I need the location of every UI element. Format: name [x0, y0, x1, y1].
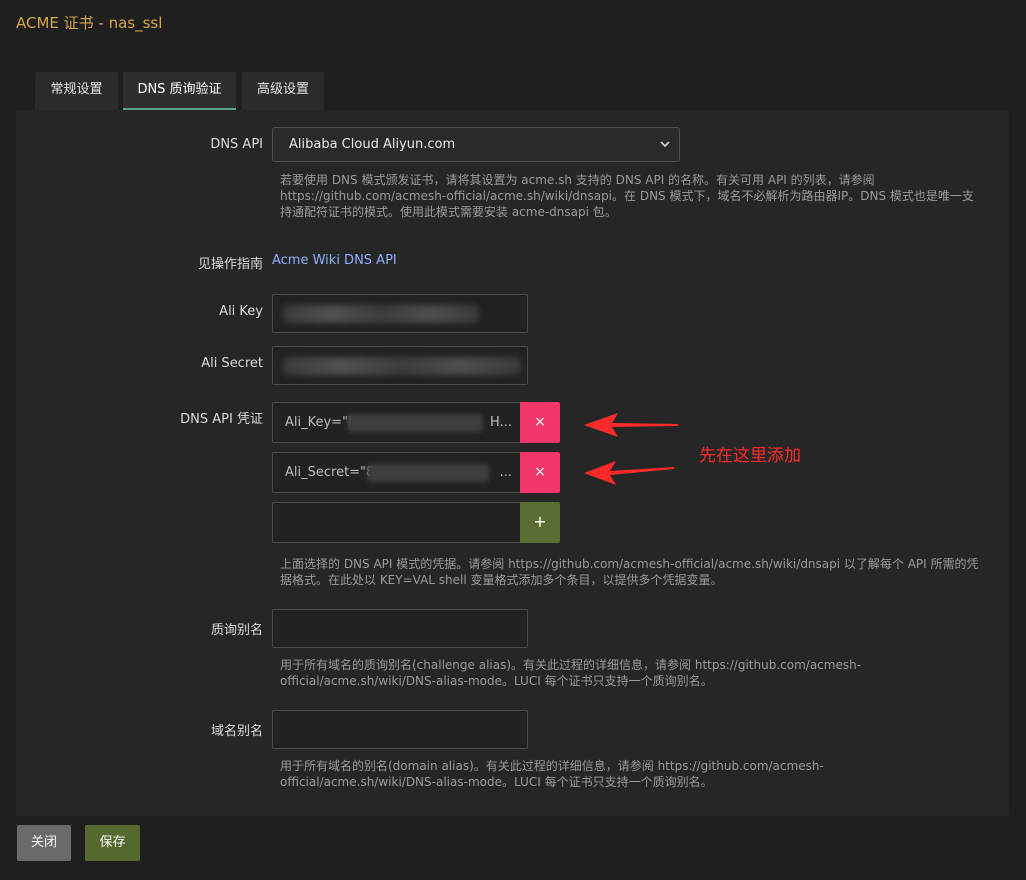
redacted-value [283, 357, 521, 375]
credential-suffix: ... [499, 465, 512, 480]
credential-suffix: H... [490, 415, 512, 430]
new-credential-input[interactable] [272, 502, 520, 543]
domain-alias-help: 用于所有域名的别名(domain alias)。有关此过程的详细信息，请参阅 h… [280, 759, 824, 789]
dialog-title: ACME 证书 - nas_ssl [16, 14, 163, 32]
credentials-label: DNS API 凭证 [180, 412, 263, 427]
arrow-icon [584, 413, 678, 437]
remove-credential-button[interactable]: × [520, 402, 560, 443]
domain-alias-input[interactable] [272, 710, 528, 749]
credential-item-ali-secret[interactable]: Ali_Secret="8 ... [272, 452, 520, 493]
credential-prefix: Ali_Secret="8 [285, 465, 375, 480]
redacted-value [283, 305, 479, 323]
credential-item-ali-key[interactable]: Ali_Key="l H... [272, 402, 520, 443]
tab-general[interactable]: 常规设置 [35, 72, 118, 110]
challenge-alias-input[interactable] [272, 609, 528, 648]
dns-api-selected-value: Alibaba Cloud Aliyun.com [289, 137, 456, 152]
credential-prefix: Ali_Key="l [285, 415, 352, 430]
add-credential-button[interactable]: + [520, 502, 560, 543]
chevron-down-icon [659, 128, 671, 174]
redacted-value [367, 464, 489, 482]
tab-advanced[interactable]: 高级设置 [242, 72, 324, 110]
dns-api-select[interactable]: Alibaba Cloud Aliyun.com [272, 127, 680, 162]
close-button[interactable]: 关闭 [17, 825, 71, 861]
credentials-help: 上面选择的 DNS API 模式的凭据。请参阅 https://github.c… [280, 557, 979, 587]
dns-api-help: 若要使用 DNS 模式颁发证书，请将其设置为 acme.sh 支持的 DNS A… [280, 173, 974, 219]
arrow-icon [584, 461, 674, 485]
dns-api-label: DNS API [210, 137, 263, 152]
guide-label: 见操作指南 [197, 257, 263, 272]
save-button[interactable]: 保存 [85, 825, 140, 861]
acme-dialog: ACME 证书 - nas_ssl 常规设置 DNS 质询验证 高级设置 DNS… [0, 0, 1026, 880]
challenge-alias-label: 质询别名 [210, 623, 263, 638]
domain-alias-label: 域名别名 [210, 724, 263, 739]
ali-secret-label: Ali Secret [201, 356, 263, 371]
remove-credential-button[interactable]: × [520, 452, 560, 493]
ali-key-label: Ali Key [219, 304, 263, 319]
ali-key-input[interactable] [272, 294, 528, 333]
tab-dns-challenge[interactable]: DNS 质询验证 [123, 72, 236, 110]
redacted-value [347, 414, 483, 432]
annotation-text: 先在这里添加 [699, 446, 801, 466]
challenge-alias-help: 用于所有域名的质询别名(challenge alias)。有关此过程的详细信息，… [280, 658, 862, 688]
ali-secret-input[interactable] [272, 346, 528, 385]
annotation-arrows [584, 413, 678, 485]
acme-wiki-link[interactable]: Acme Wiki DNS API [272, 253, 397, 268]
